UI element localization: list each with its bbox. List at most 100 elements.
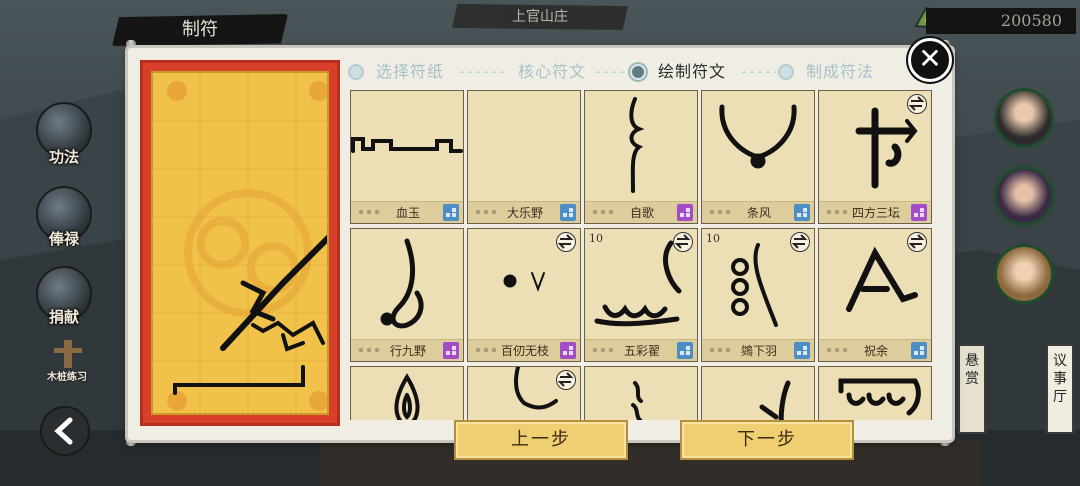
next-step-button[interactable]: 下一步	[680, 420, 854, 460]
rune-card[interactable]: 条风	[701, 90, 815, 224]
rune-card[interactable]: 自歌	[584, 90, 698, 224]
rune-name: 祝余	[863, 344, 888, 358]
rune-type-badge-icon	[443, 342, 459, 359]
swap-icon[interactable]	[673, 232, 693, 252]
rune-level-dots	[357, 209, 381, 215]
rune-card[interactable]: 血玉	[350, 90, 464, 224]
rune-card[interactable]	[818, 366, 932, 420]
step-dot-1	[348, 64, 364, 80]
rune-card-footer: 条风	[702, 201, 814, 223]
rune-level-dots	[825, 209, 849, 215]
training-dummy-icon[interactable]	[48, 338, 88, 370]
rune-card-footer: 四方三坛	[819, 201, 931, 223]
rune-level-dots	[591, 347, 615, 353]
companion-avatar-3[interactable]	[994, 244, 1054, 304]
rune-level-dots	[591, 209, 615, 215]
talisman-paper	[140, 60, 340, 426]
companion-avatar-2[interactable]	[994, 166, 1054, 226]
location-label: 上官山庄	[452, 4, 628, 30]
skills-label: 功法	[48, 148, 79, 166]
rune-glyph	[351, 137, 463, 153]
rune-card[interactable]: 大乐野	[467, 90, 581, 224]
rune-card[interactable]: 行九野	[350, 228, 464, 362]
rune-glyph	[468, 91, 580, 201]
swap-icon[interactable]	[556, 232, 576, 252]
step-connector	[458, 71, 504, 73]
swap-icon[interactable]	[907, 232, 927, 252]
rune-card[interactable]: 10 鵕下羽	[701, 228, 815, 362]
rune-card[interactable]: 四方三坛	[818, 90, 932, 224]
salary-label: 俸禄	[48, 230, 79, 248]
step-dot-active	[630, 64, 646, 80]
practice-label[interactable]: 木桩练习	[32, 368, 102, 383]
step-dot-4	[778, 64, 794, 80]
rune-name: 百仞无枝	[500, 344, 549, 358]
rune-card-footer: 血玉	[351, 201, 463, 223]
rune-card-footer: 五彩翟	[585, 339, 697, 361]
step-select-paper[interactable]: 选择符纸	[376, 58, 444, 86]
swap-icon[interactable]	[790, 232, 810, 252]
donate-label: 捐献	[48, 308, 79, 326]
swap-icon[interactable]	[907, 94, 927, 114]
rune-type-badge-icon	[794, 342, 810, 359]
rune-grid: 血玉 大乐野 自歌 条风 四方三坛行九野 百仞无枝 10 五彩翟 10 鵕下羽 祝余	[348, 88, 934, 420]
bounty-board[interactable]: 悬赏	[958, 344, 986, 434]
rune-card-footer: 自歌	[585, 201, 697, 223]
rune-type-badge-icon	[911, 204, 927, 221]
rune-card-footer: 祝余	[819, 339, 931, 361]
step-progress: 选择符纸 核心符文 绘制符文 制成符法	[346, 58, 894, 86]
rune-type-badge-icon	[677, 204, 693, 221]
rune-name: 行九野	[389, 344, 426, 358]
rune-glyph	[838, 378, 921, 416]
rune-level-dots	[825, 347, 849, 353]
rune-count: 10	[706, 232, 720, 245]
rune-card[interactable]: 百仞无枝	[467, 228, 581, 362]
chevron-left-icon	[54, 417, 73, 445]
rune-name: 自歌	[629, 206, 654, 220]
rune-glyph	[631, 381, 643, 420]
rune-level-dots	[474, 209, 498, 215]
council-hall-board[interactable]: 议事厅	[1046, 344, 1074, 434]
rune-count: 10	[589, 232, 603, 245]
rune-card-footer: 百仞无枝	[468, 339, 580, 361]
rune-type-badge-icon	[560, 342, 576, 359]
rune-card[interactable]	[584, 366, 698, 420]
close-button[interactable]: ✕	[908, 38, 952, 82]
rune-name: 四方三坛	[851, 206, 900, 220]
rune-glyph	[719, 104, 797, 169]
rune-card[interactable]	[467, 366, 581, 420]
step-make-talisman[interactable]: 制成符法	[806, 58, 874, 86]
rune-glyph	[629, 97, 645, 193]
page-title: 制符	[112, 14, 288, 46]
rune-card[interactable]: 10 五彩翟	[584, 228, 698, 362]
rune-type-badge-icon	[911, 342, 927, 359]
rune-card[interactable]	[701, 366, 815, 420]
rune-level-dots	[708, 209, 732, 215]
rune-type-badge-icon	[443, 204, 459, 221]
rune-glyph	[394, 373, 420, 420]
swap-icon[interactable]	[556, 370, 576, 390]
rune-name: 血玉	[395, 206, 420, 220]
talisman-canvas[interactable]	[151, 71, 329, 415]
step-draw-rune[interactable]: 绘制符文	[658, 58, 726, 86]
step-connector	[740, 71, 776, 73]
rune-level-dots	[708, 347, 732, 353]
talisman-drawing	[153, 73, 327, 413]
rune-card-footer: 行九野	[351, 339, 463, 361]
rune-level-dots	[474, 347, 498, 353]
rune-card-footer: 鵕下羽	[702, 339, 814, 361]
companion-avatar-1[interactable]	[994, 88, 1054, 148]
previous-step-button[interactable]: 上一步	[454, 420, 628, 460]
step-connector	[594, 71, 630, 73]
rune-level-dots	[357, 347, 381, 353]
rune-card[interactable]	[350, 366, 464, 420]
back-button[interactable]	[40, 406, 90, 456]
step-core-rune[interactable]: 核心符文	[518, 58, 586, 86]
rune-name: 鵕下羽	[740, 344, 777, 358]
rune-name: 五彩翟	[623, 344, 660, 358]
rune-glyph	[759, 380, 791, 420]
rune-name: 大乐野	[506, 206, 543, 220]
rune-type-badge-icon	[560, 204, 576, 221]
rune-type-badge-icon	[677, 342, 693, 359]
rune-card[interactable]: 祝余	[818, 228, 932, 362]
